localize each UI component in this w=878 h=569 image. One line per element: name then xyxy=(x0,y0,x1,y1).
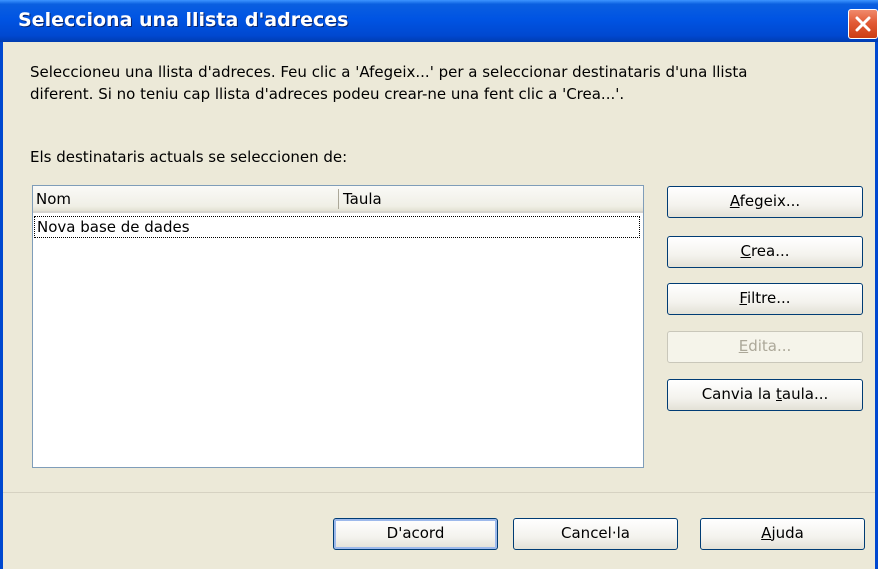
filter-button[interactable]: Filtre... xyxy=(667,283,863,315)
list-item-name: Nova base de dades xyxy=(37,218,190,236)
current-source-label: Els destinataris actuals se seleccionen … xyxy=(30,148,348,166)
window-title: Selecciona una llista d'adreces xyxy=(18,9,349,31)
list-item[interactable]: Nova base de dades xyxy=(34,216,640,238)
add-button-label: Afegeix... xyxy=(729,192,801,210)
separator xyxy=(3,492,875,493)
close-icon xyxy=(855,16,871,32)
column-header-taula[interactable]: Taula xyxy=(343,190,382,208)
description-line-2: diferent. Si no teniu cap llista d'adrec… xyxy=(30,85,625,103)
change-table-button-label: Canvia la taula... xyxy=(701,385,829,403)
description-line-1: Seleccioneu una llista d'adreces. Feu cl… xyxy=(30,63,748,81)
column-separator[interactable] xyxy=(338,189,339,209)
ok-button[interactable]: D'acord xyxy=(333,518,498,550)
help-button-label: Ajuda xyxy=(761,524,804,542)
window-frame-left xyxy=(0,42,3,569)
column-header-nom[interactable]: Nom xyxy=(36,190,71,208)
create-button-label: Crea... xyxy=(740,242,790,260)
address-list[interactable]: Nom Taula Nova base de dades xyxy=(32,185,644,468)
list-header: Nom Taula xyxy=(33,186,643,213)
change-table-button[interactable]: Canvia la taula... xyxy=(667,379,863,411)
edit-button-label: Edita... xyxy=(738,337,792,355)
cancel-button[interactable]: Cancel·la xyxy=(513,518,678,550)
close-button[interactable] xyxy=(848,9,878,39)
title-bar[interactable]: Selecciona una llista d'adreces xyxy=(0,0,878,42)
filter-button-label: Filtre... xyxy=(739,289,791,307)
add-button[interactable]: Afegeix... xyxy=(667,186,863,218)
create-button[interactable]: Crea... xyxy=(667,236,863,268)
cancel-button-label: Cancel·la xyxy=(561,524,630,542)
ok-button-label: D'acord xyxy=(386,524,445,542)
help-button[interactable]: Ajuda xyxy=(700,518,865,550)
description-text: Seleccioneu una llista d'adreces. Feu cl… xyxy=(30,61,860,105)
edit-button: Edita... xyxy=(667,331,863,363)
